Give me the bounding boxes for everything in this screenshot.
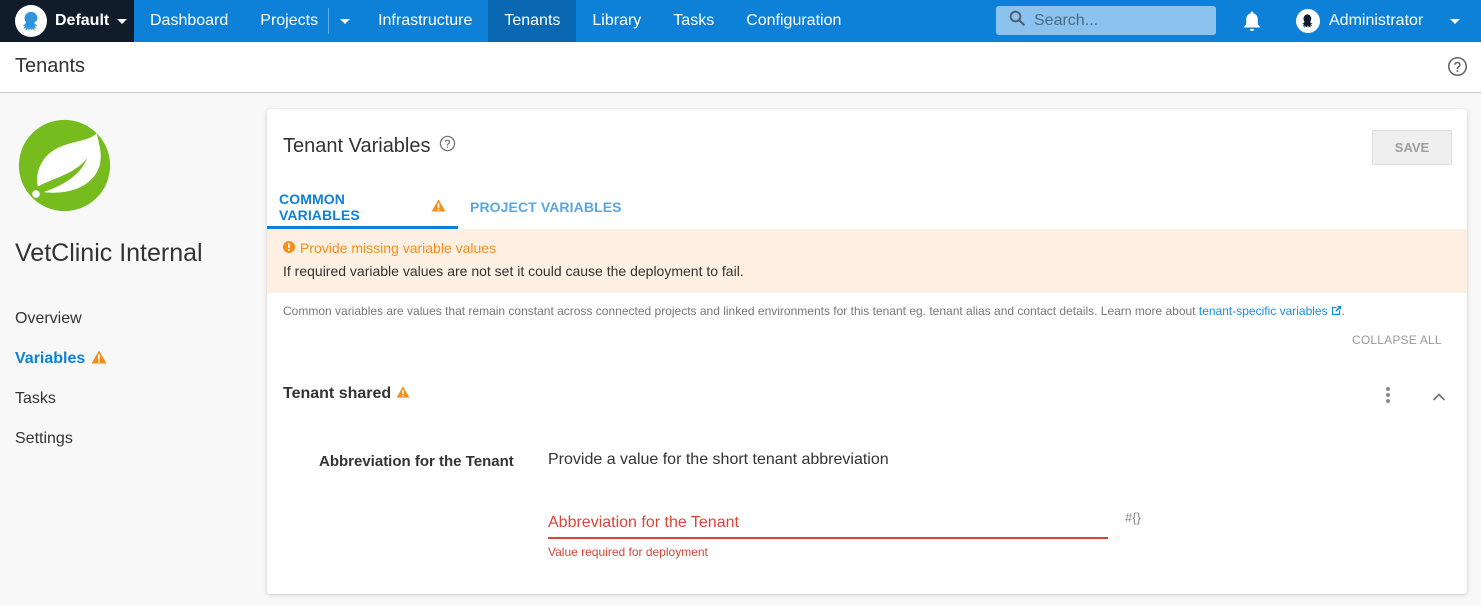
abbreviation-input[interactable]: [548, 509, 1108, 539]
nav-infrastructure[interactable]: Infrastructure: [362, 0, 488, 42]
warning-icon: [91, 350, 107, 369]
card-title-text: Tenant Variables: [283, 135, 431, 157]
sidebar-item-label: Settings: [15, 430, 73, 447]
chevron-down-icon: [340, 18, 351, 24]
tab-common-variables[interactable]: COMMON VARIABLES: [267, 184, 458, 229]
more-options-icon[interactable]: [1381, 386, 1395, 404]
missing-values-callout: Provide missing variable values If requi…: [267, 229, 1467, 293]
description-text: Common variables are values that remain …: [283, 304, 1199, 318]
common-variables-description: Common variables are values that remain …: [283, 304, 1345, 319]
insert-variable-button[interactable]: #{}: [1125, 510, 1141, 525]
variable-tabs: COMMON VARIABLES PROJECT VARIABLES: [267, 184, 634, 229]
external-link-icon: [1331, 305, 1342, 319]
variable-group-header[interactable]: Tenant shared: [283, 385, 410, 403]
variable-label: Abbreviation for the Tenant: [319, 453, 514, 470]
chevron-up-icon[interactable]: [1432, 389, 1446, 407]
nav-tenants[interactable]: Tenants: [488, 0, 577, 42]
page-header: Tenants: [0, 42, 1481, 93]
space-name: Default: [55, 12, 110, 29]
tenant-logo: [17, 118, 112, 213]
nav-dashboard[interactable]: Dashboard: [134, 0, 244, 42]
chevron-down-icon: [117, 18, 128, 24]
search-icon: [1008, 9, 1026, 32]
warning-icon: [431, 198, 446, 215]
tenant-name: VetClinic Internal: [15, 239, 203, 267]
collapse-all-button[interactable]: COLLAPSE ALL: [1352, 333, 1442, 347]
variable-field: Value required for deployment: [548, 509, 1108, 559]
tenant-variables-card: Tenant Variables SAVE COMMON VARIABLES P…: [267, 109, 1467, 594]
sidebar-item-tasks[interactable]: Tasks: [15, 379, 107, 419]
sidebar-item-label: Variables: [15, 350, 86, 367]
save-button[interactable]: SAVE: [1372, 130, 1452, 165]
projects-dropdown-button[interactable]: [329, 0, 362, 42]
search-box: [996, 6, 1216, 35]
bell-icon[interactable]: [1242, 10, 1262, 37]
user-menu[interactable]: Administrator: [1296, 0, 1461, 42]
space-switcher[interactable]: Default: [0, 0, 134, 42]
nav-projects[interactable]: Projects: [244, 0, 328, 42]
sidebar-item-variables[interactable]: Variables: [15, 339, 107, 379]
description-suffix: .: [1341, 304, 1345, 318]
callout-title: Provide missing variable values: [283, 240, 1451, 256]
sidebar-item-label: Overview: [15, 310, 82, 327]
nav-tasks[interactable]: Tasks: [657, 0, 730, 42]
warning-icon: [396, 385, 410, 403]
exclamation-circle-icon: [283, 240, 295, 256]
nav-configuration[interactable]: Configuration: [730, 0, 857, 42]
variable-description: Provide a value for the short tenant abb…: [548, 451, 889, 468]
top-nav: Default Dashboard Projects Infrastructur…: [0, 0, 1481, 42]
tab-label: PROJECT VARIABLES: [470, 198, 622, 215]
tenant-sidebar: VetClinic Internal Overview Variables Ta…: [0, 93, 250, 605]
chevron-down-icon: [1450, 18, 1461, 24]
sidebar-item-settings[interactable]: Settings: [15, 419, 107, 459]
callout-body: If required variable values are not set …: [283, 263, 744, 279]
user-name: Administrator: [1329, 12, 1424, 29]
group-title: Tenant shared: [283, 385, 392, 402]
nav-library[interactable]: Library: [576, 0, 657, 42]
card-title: Tenant Variables: [283, 135, 456, 158]
tab-label: COMMON VARIABLES: [279, 190, 360, 223]
help-circle-icon[interactable]: [1447, 56, 1468, 82]
page-title: Tenants: [15, 55, 86, 77]
user-avatar-icon: [1296, 9, 1320, 33]
octopus-logo-icon: [15, 5, 47, 37]
help-circle-icon[interactable]: [439, 135, 456, 158]
callout-title-text: Provide missing variable values: [300, 240, 497, 256]
tenant-specific-variables-link[interactable]: tenant-specific variables: [1199, 304, 1328, 318]
validation-error: Value required for deployment: [548, 545, 708, 559]
search-input[interactable]: [1034, 11, 1204, 30]
tab-project-variables[interactable]: PROJECT VARIABLES: [458, 184, 634, 229]
sidebar-item-label: Tasks: [15, 390, 56, 407]
sidebar-nav: Overview Variables Tasks Settings: [15, 299, 107, 459]
sidebar-item-overview[interactable]: Overview: [15, 299, 107, 339]
